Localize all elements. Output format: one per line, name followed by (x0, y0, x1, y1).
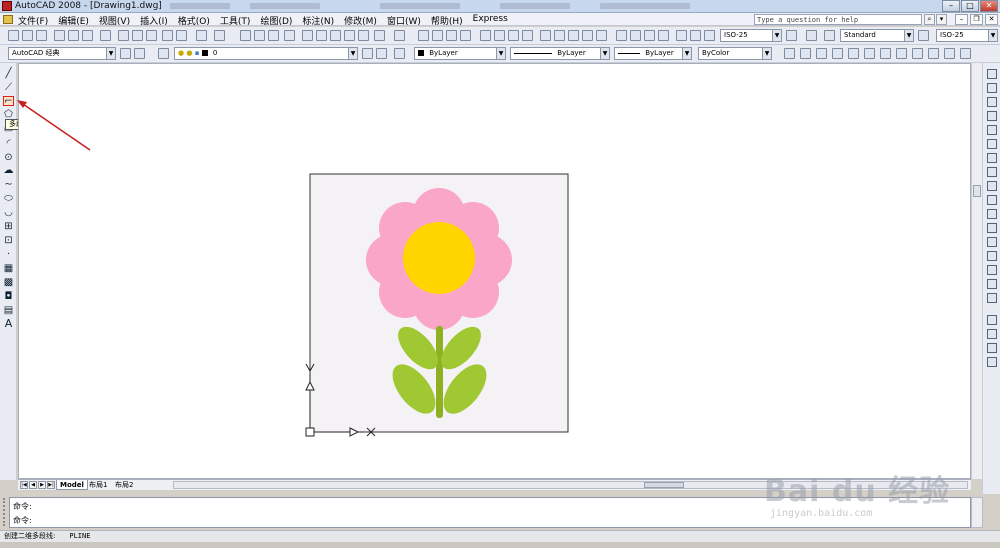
baidu-watermark: Bai du 经验 jingyan.baidu.com (756, 464, 966, 524)
chamfer-icon[interactable] (987, 265, 997, 275)
command-history-line: 命令: (13, 502, 32, 511)
drag-handle[interactable] (3, 498, 8, 526)
modify-toolbar (982, 63, 1000, 495)
erase-icon[interactable] (987, 69, 997, 79)
command-prompt[interactable]: 命令: (13, 515, 32, 526)
offset-icon[interactable] (987, 111, 997, 121)
draworder-under-icon[interactable] (987, 357, 997, 367)
copy-object-icon[interactable] (987, 83, 997, 93)
join-icon[interactable] (987, 251, 997, 261)
rotate-icon[interactable] (987, 153, 997, 163)
mirror-icon[interactable] (987, 97, 997, 107)
prev-tab-icon[interactable]: ◀ (29, 481, 37, 489)
vertical-scrollbar[interactable] (971, 63, 982, 479)
break-at-point-icon[interactable] (987, 223, 997, 233)
draworder-front-icon[interactable] (987, 315, 997, 325)
status-command: PLINE (69, 532, 91, 540)
draworder-back-icon[interactable] (987, 329, 997, 339)
stretch-icon[interactable] (987, 181, 997, 191)
scroll-thumb[interactable] (644, 482, 684, 488)
tab-model[interactable]: Model (56, 480, 88, 490)
status-text: 创建二维多段线: (4, 532, 56, 540)
tab-layout2[interactable]: 布局2 (112, 480, 136, 490)
trim-icon[interactable] (987, 195, 997, 205)
scroll-thumb[interactable] (973, 185, 981, 197)
watermark-url: jingyan.baidu.com (770, 508, 873, 519)
next-tab-icon[interactable]: ▶ (38, 481, 46, 489)
move-icon[interactable] (987, 139, 997, 149)
array-object-icon[interactable] (987, 125, 997, 135)
arrowhead-icon (17, 100, 27, 108)
taskbar-strip (0, 542, 1000, 548)
break-icon[interactable] (987, 237, 997, 247)
tab-layout1[interactable]: 布局1 (86, 480, 110, 490)
extend-icon[interactable] (987, 209, 997, 219)
last-tab-icon[interactable]: ▶| (47, 481, 55, 489)
explode-icon[interactable] (987, 293, 997, 303)
scale-icon[interactable] (987, 167, 997, 177)
command-scrollbar[interactable] (971, 497, 983, 528)
status-bar: 创建二维多段线: PLINE (0, 530, 1000, 542)
fillet-icon[interactable] (987, 279, 997, 289)
draworder-above-icon[interactable] (987, 343, 997, 353)
first-tab-icon[interactable]: |◀ (20, 481, 28, 489)
watermark-brand: Bai du 经验 (764, 474, 951, 509)
annotation-arrow (19, 101, 91, 151)
